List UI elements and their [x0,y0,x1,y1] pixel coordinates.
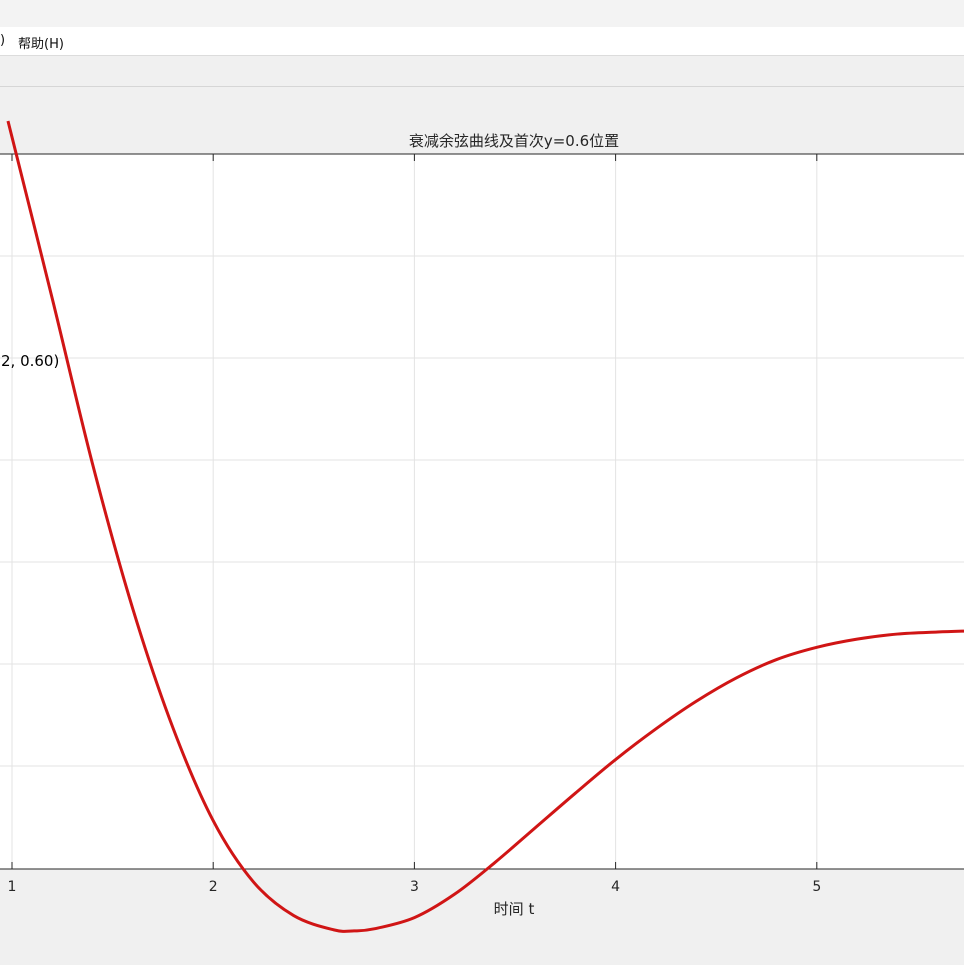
menu-bar: ) 帮助(H) [0,27,964,56]
menu-item-help[interactable]: 帮助(H) [18,33,64,52]
chart-title: 衰减余弦曲线及首次y=0.6位置 [409,132,619,150]
menu-item-partial[interactable]: ) [0,33,5,48]
annotation-label: 2, 0.60) [1,352,59,370]
x-tick-label: 3 [410,879,419,895]
chart: 1 2 3 4 5 衰减余弦曲线及首次y=0.6位置 时间 t 2, 0.60) [0,120,964,933]
plot-background [0,154,964,869]
x-axis-label: 时间 t [494,900,535,918]
x-tick-label: 5 [812,879,821,895]
x-tick-label: 1 [8,879,17,895]
figure-area: 1 2 3 4 5 衰减余弦曲线及首次y=0.6位置 时间 t 2, 0.60) [0,87,964,965]
x-tick-label: 2 [209,879,218,895]
window-titlebar [0,0,964,27]
toolbar [0,56,964,87]
x-tick-label: 4 [611,879,620,895]
